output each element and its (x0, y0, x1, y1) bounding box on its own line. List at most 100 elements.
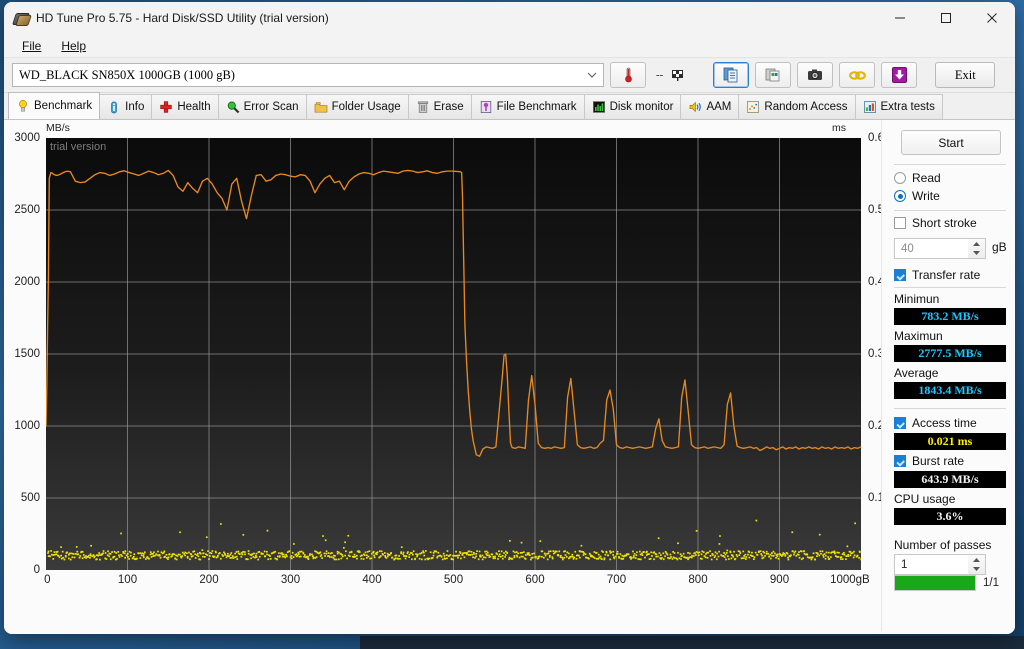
content-area: MB/s ms 0 500 1000 1500 2000 2500 3000 0.10 0.2… (4, 120, 1015, 631)
short-stroke-spinner[interactable] (968, 238, 986, 259)
window-title: HD Tune Pro 5.75 - Hard Disk/SSD Utility… (36, 11, 329, 25)
spinner-down-icon[interactable] (968, 249, 985, 259)
minimum-label: Minimun (894, 292, 940, 306)
copy-image-button[interactable] (755, 62, 792, 88)
short-stroke-input[interactable]: 40 (894, 238, 976, 259)
x-tick: 0 (44, 574, 51, 586)
access-time-checkbox (894, 417, 906, 429)
y-tick-left: 2500 (14, 204, 40, 216)
download-button[interactable] (881, 62, 918, 88)
tab-file-benchmark[interactable]: File Benchmark (470, 94, 585, 119)
copy-image-icon (765, 68, 780, 82)
x-tick: 900 (769, 574, 790, 586)
tab-label: Random Access (764, 101, 848, 113)
trash-icon (417, 101, 428, 113)
x-tick: 1000gB (830, 574, 870, 586)
screenshot-button[interactable] (797, 62, 834, 88)
tab-label: Health (177, 101, 211, 113)
tab-benchmark[interactable]: Benchmark (8, 92, 101, 119)
link-button[interactable] (839, 62, 876, 88)
plot-canvas: trial version (45, 138, 863, 570)
bar-chart-icon (592, 101, 605, 113)
chain-link-icon (848, 70, 866, 80)
passes-input[interactable]: 1 (894, 554, 976, 575)
y-tick-left: 500 (20, 492, 40, 504)
tab-random-access[interactable]: Random Access (738, 94, 856, 119)
file-chart-icon (480, 100, 491, 113)
radio-read[interactable]: Read (894, 171, 941, 185)
radio-read-indicator (894, 172, 906, 184)
maximize-button[interactable] (923, 2, 969, 34)
magnifier-icon (227, 101, 239, 114)
tab-info[interactable]: Info (99, 94, 153, 119)
tab-erase[interactable]: Erase (407, 94, 472, 119)
radio-write-label: Write (912, 189, 940, 203)
tab-label: Error Scan (243, 101, 299, 113)
temp-flag-icon (672, 69, 684, 81)
passes-spinner[interactable] (968, 554, 986, 575)
y-axis-label-right: ms (832, 122, 846, 134)
x-tick: 300 (280, 574, 301, 586)
tab-label: Info (125, 101, 145, 113)
checkbox-transfer-rate[interactable]: Transfer rate (894, 268, 980, 282)
minimize-button[interactable] (877, 2, 923, 34)
tab-label: Benchmark (34, 100, 93, 112)
download-arrow-icon (891, 67, 907, 83)
tab-label: File Benchmark (496, 101, 577, 113)
start-button[interactable]: Start (901, 130, 1001, 155)
thermometer-icon (624, 67, 632, 83)
folder-icon (314, 102, 327, 113)
minimum-value: 783.2 MB/s (894, 308, 1006, 325)
spinner-up-icon[interactable] (968, 239, 985, 249)
info-icon (111, 101, 118, 114)
tab-health[interactable]: Health (151, 94, 219, 119)
progress-area: 1/1 (894, 575, 999, 591)
passes-label: Number of passes (894, 538, 992, 552)
hdd-platter-icon (12, 11, 32, 26)
close-button[interactable] (969, 2, 1015, 34)
y-axis-label-left: MB/s (46, 122, 70, 134)
benchmark-graph-pane: MB/s ms 0 500 1000 1500 2000 2500 3000 0.10 0.2… (4, 120, 890, 631)
tab-aam[interactable]: AAM (680, 94, 740, 119)
checkbox-short-stroke[interactable]: Short stroke (894, 216, 977, 230)
burst-rate-label: Burst rate (912, 454, 965, 468)
maximum-label: Maximun (894, 329, 943, 343)
menu-item-file[interactable]: File (12, 37, 51, 55)
burst-rate-value: 643.9 MB/s (894, 471, 1006, 488)
checkbox-access-time[interactable]: Access time (894, 416, 977, 430)
passes-spinner-up-icon[interactable] (968, 555, 985, 565)
checkbox-burst-rate[interactable]: Burst rate (894, 454, 964, 468)
drive-select[interactable]: WD_BLACK SN850X 1000GB (1000 gB) (12, 63, 604, 87)
exit-button[interactable]: Exit (935, 62, 996, 88)
speaker-icon (690, 101, 702, 113)
chevron-down-icon (587, 72, 597, 78)
short-stroke-value: 40 (901, 242, 914, 255)
average-label: Average (894, 366, 939, 380)
radio-write[interactable]: Write (894, 189, 940, 203)
x-tick: 400 (362, 574, 382, 586)
short-stroke-label: Short stroke (912, 216, 977, 230)
divider-3 (894, 287, 1006, 288)
short-stroke-unit: gB (992, 240, 1007, 254)
passes-spinner-down-icon[interactable] (968, 565, 985, 575)
tab-extra-tests[interactable]: Extra tests (854, 94, 943, 119)
tab-label: Extra tests (880, 101, 935, 113)
plot-area[interactable]: trial version (45, 138, 863, 570)
lightbulb-icon (19, 100, 27, 112)
passes-value: 1 (901, 558, 908, 571)
copy-button[interactable] (713, 62, 750, 88)
menu-item-help[interactable]: Help (51, 37, 96, 55)
tab-disk-monitor[interactable]: Disk monitor (583, 94, 682, 119)
x-tick: 600 (525, 574, 545, 586)
x-axis: 0 100 200 300 400 500 600 700 800 900 1000gB (44, 574, 870, 592)
temperature-button[interactable] (610, 62, 646, 88)
menu-help-label: Help (61, 39, 87, 53)
camera-icon (808, 69, 823, 80)
y-axis-left: 0 500 1000 1500 2000 2500 3000 (4, 132, 46, 576)
tab-folder-usage[interactable]: Folder Usage (305, 94, 409, 119)
tab-error-scan[interactable]: Error Scan (217, 94, 307, 119)
y-tick-left: 2000 (14, 276, 40, 288)
y-tick-left: 1500 (14, 348, 40, 360)
radio-write-indicator (894, 190, 906, 202)
burst-rate-checkbox (894, 455, 906, 467)
